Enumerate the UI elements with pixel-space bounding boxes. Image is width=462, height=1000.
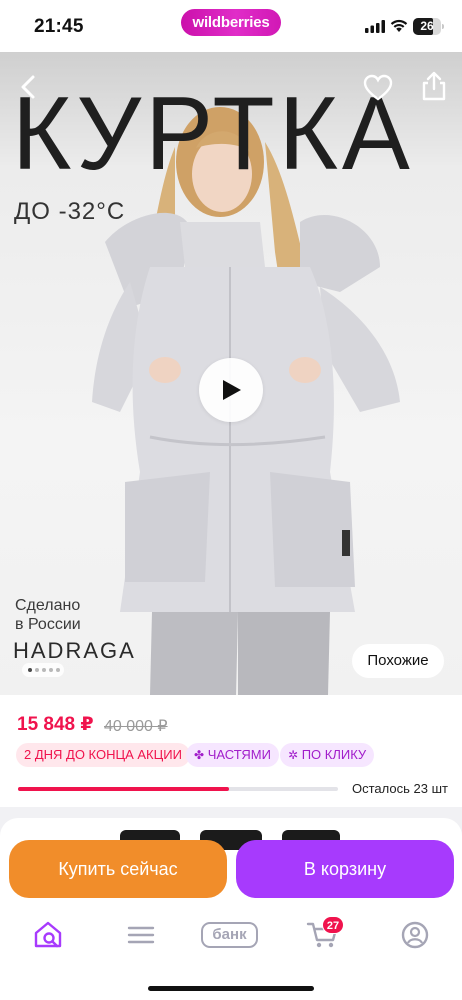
home-search-icon[interactable] (32, 920, 66, 950)
old-price: 40 000 ₽ (104, 718, 168, 735)
status-bar: 21:45 wildberries 26 (0, 0, 462, 52)
installments-label: ЧАСТЯМИ (207, 747, 271, 762)
wifi-icon (390, 19, 408, 32)
share-icon[interactable] (420, 70, 448, 102)
installments-badge[interactable]: ✤ ЧАСТЯМИ (186, 743, 279, 767)
battery-icon: 26 (413, 18, 441, 35)
gallery-pagination (22, 663, 64, 677)
signal-icon (365, 20, 385, 33)
bank-tab[interactable]: банк (201, 920, 259, 950)
flower-icon: ✤ (194, 748, 205, 762)
wildberries-logo: wildberries (181, 9, 281, 36)
home-indicator (148, 986, 314, 991)
play-icon (223, 380, 241, 400)
buy-now-button[interactable]: Купить сейчас (9, 840, 227, 898)
battery-nub (442, 24, 444, 29)
play-video-button[interactable] (199, 358, 263, 422)
brand-logo: HADRAGA (13, 638, 136, 663)
hero-subheading: ДО -32°C (14, 198, 126, 225)
made-in-line-2: в России (15, 616, 81, 633)
bank-icon: банк (201, 922, 258, 948)
one-click-label: ПО КЛИКУ (301, 747, 367, 762)
profile-icon[interactable] (398, 920, 432, 950)
buy-bar: Купить сейчас В корзину (0, 830, 462, 910)
pagination-dot (56, 668, 60, 672)
add-to-cart-button[interactable]: В корзину (236, 840, 454, 898)
price-card: 15 848 ₽ 40 000 ₽ 2 ДНЯ ДО КОНЦА АКЦИИ ✤… (0, 695, 462, 807)
pagination-dot (42, 668, 46, 672)
status-time: 21:45 (34, 16, 84, 37)
sale-countdown-badge[interactable]: 2 ДНЯ ДО КОНЦА АКЦИИ (16, 743, 190, 767)
stock-progress-fill (18, 787, 230, 791)
one-click-badge[interactable]: ✲ ПО КЛИКУ (280, 743, 375, 767)
made-in-label: Сделано в России (15, 596, 81, 634)
back-arrow-icon[interactable] (14, 72, 44, 102)
hero-heading: КУРТКА (12, 76, 414, 192)
battery-level: 26 (420, 19, 434, 33)
fan-icon: ✲ (288, 748, 299, 762)
current-price: 15 848 ₽ (17, 714, 94, 735)
cart-count-badge: 27 (322, 916, 344, 934)
pagination-dot (35, 668, 39, 672)
product-gallery[interactable]: КУРТКА ДО -32°C Сделано в России HADRAGA… (0, 52, 462, 695)
heart-icon[interactable] (363, 74, 393, 102)
pagination-dot-active (28, 668, 32, 672)
made-in-line-1: Сделано (15, 597, 81, 614)
stock-remaining: Осталось 23 шт (352, 781, 448, 796)
pagination-dot (49, 668, 53, 672)
similar-button[interactable]: Похожие (352, 644, 444, 678)
stock-progress (18, 787, 338, 791)
menu-icon[interactable] (124, 920, 158, 950)
